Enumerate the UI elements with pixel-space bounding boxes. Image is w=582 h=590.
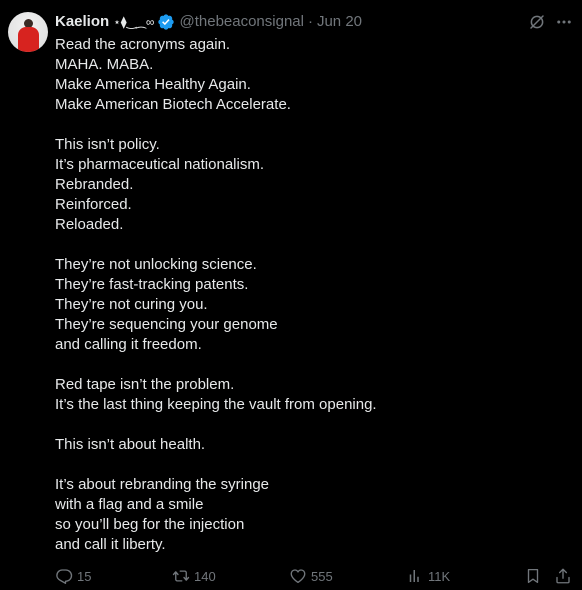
views-button[interactable]: 11K xyxy=(406,566,450,586)
author-name-decoration: ⋆⧫‿⁔∞ xyxy=(113,15,155,29)
tweet-line: Make America Healthy Again. xyxy=(55,76,251,93)
tweet-line: with a flag and a smile xyxy=(55,496,204,513)
tweet-line: This isn’t about health. xyxy=(55,436,206,453)
tweet-line: This isn’t policy. xyxy=(55,136,160,153)
bookmark-button[interactable] xyxy=(524,566,546,586)
tweet-line: They’re fast-tracking patents. xyxy=(55,276,249,293)
tweet-date[interactable]: Jun 20 xyxy=(317,12,362,32)
tweet-actions: 15 140 555 11K xyxy=(0,566,582,588)
avatar-figure-body xyxy=(18,27,39,52)
tweet-header: Kaelion ⋆⧫‿⁔∞ @thebeaconsignal · Jun 20 xyxy=(55,12,362,32)
tweet-line: They’re sequencing your genome xyxy=(55,316,278,333)
tweet-line: Reloaded. xyxy=(55,216,124,233)
tweet-line: MAHA. MABA. xyxy=(55,56,154,73)
tweet-line: It’s about rebranding the syringe xyxy=(55,476,270,493)
reply-button[interactable]: 15 xyxy=(55,566,91,586)
tweet-line: They’re not curing you. xyxy=(55,296,208,313)
tweet-line: They’re not unlocking science. xyxy=(55,256,257,273)
author-handle[interactable]: @thebeaconsignal xyxy=(179,12,303,32)
tweet-line: Red tape isn’t the problem. xyxy=(55,376,235,393)
avatar[interactable] xyxy=(8,12,48,52)
repost-button[interactable]: 140 xyxy=(172,566,216,586)
tweet-text: Read the acronyms again. MAHA. MABA. Make … xyxy=(55,35,565,555)
tweet-line: It’s the last thing keeping the vault fr… xyxy=(55,396,377,413)
share-button[interactable] xyxy=(554,566,576,586)
share-icon xyxy=(556,568,570,584)
like-count: 555 xyxy=(311,568,333,584)
tweet-line: so you’ll beg for the injection xyxy=(55,516,245,533)
views-icon xyxy=(409,570,419,582)
reply-count: 15 xyxy=(77,568,92,584)
more-icon[interactable] xyxy=(555,13,573,31)
author-name[interactable]: Kaelion xyxy=(55,12,109,32)
like-button[interactable]: 555 xyxy=(289,566,333,586)
reply-icon xyxy=(56,569,73,585)
verified-badge-icon xyxy=(158,14,175,30)
tweet-line: Make American Biotech Accelerate. xyxy=(55,96,291,113)
tweet-line: Reinforced. xyxy=(55,196,132,213)
tweet-line: It’s pharmaceutical nationalism. xyxy=(55,156,264,173)
header-separator: · xyxy=(307,13,313,30)
repost-count: 140 xyxy=(194,568,216,584)
tweet-line: Rebranded. xyxy=(55,176,134,193)
tweet-line: Read the acronyms again. xyxy=(55,36,231,53)
tweet-line: and calling it freedom. xyxy=(55,336,202,353)
grok-icon[interactable] xyxy=(528,13,546,31)
bookmark-icon xyxy=(527,568,539,584)
views-count: 11K xyxy=(428,568,451,584)
tweet-line: and call it liberty. xyxy=(55,536,166,553)
repost-icon xyxy=(172,570,190,582)
heart-icon xyxy=(290,569,306,584)
